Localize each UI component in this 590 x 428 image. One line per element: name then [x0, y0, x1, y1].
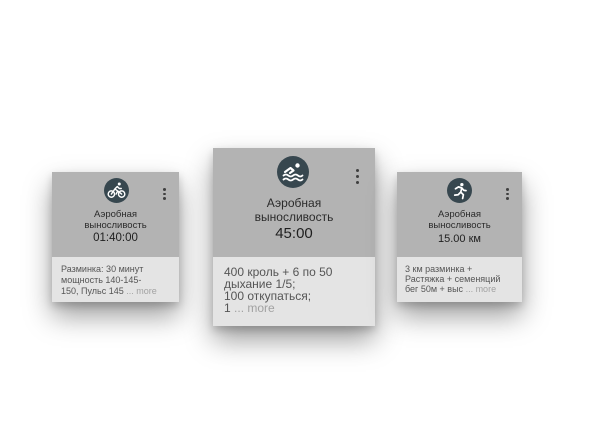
more-link[interactable]: ... more: [231, 301, 275, 315]
menu-dot: [505, 188, 509, 191]
card-header: Аэробная выносливость 01:40:00: [52, 172, 179, 257]
menu-dot: [162, 188, 166, 191]
more-options-button[interactable]: [157, 188, 171, 201]
running-icon: [447, 178, 472, 203]
workout-title: Аэробная выносливость: [428, 209, 491, 231]
menu-dot: [355, 180, 359, 184]
swimming-icon: [277, 156, 309, 188]
more-options-button[interactable]: [350, 168, 364, 184]
workout-card-cycling[interactable]: Аэробная выносливость 01:40:00 Разминка:…: [52, 172, 179, 302]
more-options-button[interactable]: [500, 188, 514, 201]
workout-title: Аэробная выносливость: [254, 196, 334, 225]
workout-duration: 01:40:00: [93, 232, 138, 244]
workout-card-swimming[interactable]: Аэробная выносливость 45:00 400 кроль + …: [213, 148, 375, 326]
menu-dot: [355, 174, 359, 178]
workout-distance: 15.00 км: [438, 233, 481, 245]
menu-dot: [162, 192, 166, 196]
workout-description-area: 400 кроль + 6 по 50 дыхание 1/5; 100 отк…: [213, 257, 375, 326]
workout-description-area: 3 км разминка + Растяжка + семеняций бег…: [397, 257, 522, 302]
bicycle-icon: [104, 178, 129, 203]
menu-dot: [505, 192, 509, 196]
card-header: Аэробная выносливость 15.00 км: [397, 172, 522, 257]
workout-duration: 45:00: [275, 225, 313, 242]
workout-title: Аэробная выносливость: [84, 209, 147, 231]
workout-description-area: Разминка: 30 минут мощность 140-145- 150…: [52, 257, 179, 302]
menu-dot: [355, 168, 359, 172]
menu-dot: [505, 197, 509, 201]
more-link[interactable]: ... more: [463, 284, 497, 294]
menu-dot: [162, 197, 166, 201]
workout-card-running[interactable]: Аэробная выносливость 15.00 км 3 км разм…: [397, 172, 522, 302]
more-link[interactable]: ... more: [124, 286, 157, 296]
card-header: Аэробная выносливость 45:00: [213, 148, 375, 257]
